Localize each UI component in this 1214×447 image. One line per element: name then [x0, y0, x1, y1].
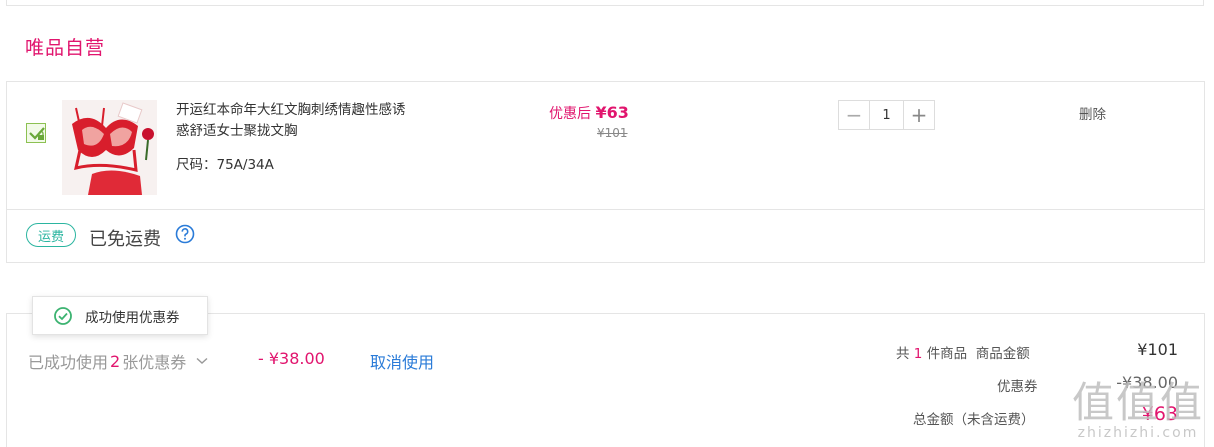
price-label: 优惠后: [549, 106, 591, 122]
chevron-down-icon: [196, 357, 208, 364]
shipping-badge: 运费: [26, 223, 76, 247]
success-toast: 成功使用优惠券: [32, 296, 208, 335]
coupon-discount-label: 优惠券: [997, 379, 1038, 395]
coupon-count: 2: [110, 351, 121, 371]
shipping-status: 已免运费: [89, 229, 161, 250]
cancel-coupon-button[interactable]: 取消使用: [370, 349, 434, 373]
delete-button[interactable]: 删除: [1079, 103, 1106, 123]
price-value: ¥63: [595, 103, 629, 122]
coupon-suffix: 张优惠券: [122, 353, 187, 372]
count-suffix: 件商品: [926, 346, 968, 362]
product-size: 尺码：75A/34A: [176, 157, 274, 173]
site-watermark: 值值值 zhizhizhi.com: [1071, 378, 1204, 442]
toast-message: 成功使用优惠券: [85, 309, 180, 326]
item-checkbox[interactable]: [26, 123, 46, 143]
goods-amount-label: 商品金额: [975, 346, 1030, 362]
coupon-discount-amount: - ¥38.00: [258, 349, 325, 368]
decrement-button[interactable]: −: [839, 101, 869, 129]
watermark-domain: zhizhizhi.com: [1077, 425, 1199, 441]
product-thumbnail[interactable]: [62, 100, 157, 195]
check-lock-icon: [29, 127, 45, 140]
item-count: 1: [913, 346, 923, 362]
product-image: [62, 100, 157, 195]
quantity-stepper: − 1 +: [838, 100, 935, 130]
previous-section-edge: [6, 0, 1204, 6]
count-prefix: 共: [896, 346, 910, 362]
watermark-logo: 值值值: [1071, 378, 1204, 427]
question-icon[interactable]: [175, 224, 195, 244]
coupon-prefix: 已成功使用: [28, 353, 109, 372]
divider: [7, 209, 1204, 210]
total-label: 总金额（未含运费）: [913, 412, 1035, 428]
original-price: ¥101: [597, 126, 628, 140]
price-after-discount: 优惠后 ¥63: [549, 103, 629, 123]
cart-item-card: 开运红本命年大红文胸刺绣情趣性感诱惑舒适女士聚拢文胸 尺码：75A/34A 优惠…: [6, 81, 1205, 263]
quantity-input[interactable]: 1: [869, 101, 904, 129]
increment-button[interactable]: +: [904, 101, 934, 129]
item-count-line: 共 1 件商品 商品金额: [896, 342, 1030, 362]
goods-amount: ¥101: [1137, 340, 1178, 359]
store-title: 唯品自营: [25, 37, 106, 59]
product-name[interactable]: 开运红本命年大红文胸刺绣情趣性感诱惑舒适女士聚拢文胸: [176, 100, 416, 142]
coupon-selector[interactable]: 已成功使用 2 张优惠券: [28, 349, 208, 373]
check-circle-icon: [54, 306, 72, 325]
